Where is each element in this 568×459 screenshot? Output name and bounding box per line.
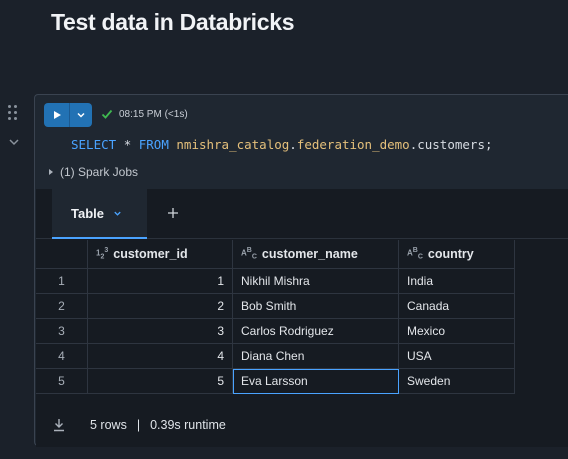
run-button-group [44,103,92,127]
row-index-header [36,240,88,269]
sql-catalog: nmishra_catalog [176,137,290,152]
run-cell-button[interactable] [44,103,69,127]
string-type-icon: ABC [407,247,423,261]
spark-jobs-toggle[interactable]: (1) Spark Jobs [47,165,138,179]
results-tabs: Table [36,189,568,239]
cell-customer-id[interactable]: 2 [88,294,233,319]
sql-terminator: ; [484,137,493,152]
download-icon[interactable] [52,418,66,432]
row-index: 3 [36,319,88,344]
sql-keyword-select: SELECT [71,137,117,152]
cell-customer-name[interactable]: Carlos Rodriguez [233,319,399,344]
column-header-label: country [427,247,474,261]
sql-table: customers [417,137,485,152]
run-options-button[interactable] [70,103,92,127]
column-header-label: customer_id [113,247,188,261]
column-header-customer-name[interactable]: ABC customer_name [233,240,399,269]
spark-jobs-label: (1) Spark Jobs [60,165,139,179]
caret-right-icon [49,169,53,175]
column-header-customer-id[interactable]: 123 customer_id [88,240,233,269]
row-count: 5 rows [90,418,127,432]
numeric-type-icon: 123 [96,247,109,261]
collapse-chevron-icon[interactable] [8,135,20,147]
cell-status: 08:15 PM (<1s) [101,108,188,120]
tab-table-label: Table [71,205,104,221]
chevron-down-icon[interactable] [113,209,122,218]
sql-schema: federation_demo [296,137,410,152]
cell-country[interactable]: India [399,269,515,294]
chevron-down-icon [77,112,85,118]
plus-icon [168,208,178,218]
tab-table[interactable]: Table [52,189,147,239]
column-header-country[interactable]: ABC country [399,240,515,269]
string-type-icon: ABC [241,247,257,261]
cell-customer-name[interactable]: Bob Smith [233,294,399,319]
cell-country[interactable]: Mexico [399,319,515,344]
drag-handle-icon[interactable] [8,105,20,123]
footer-separator: | [136,418,141,432]
cell-country[interactable]: Canada [399,294,515,319]
add-visualization-button[interactable] [167,206,179,218]
cell-country[interactable]: USA [399,344,515,369]
row-index: 4 [36,344,88,369]
cell-customer-name[interactable]: Nikhil Mishra [233,269,399,294]
cell-customer-id[interactable]: 3 [88,319,233,344]
row-index: 1 [36,269,88,294]
cell-customer-name[interactable]: Diana Chen [233,344,399,369]
sql-star: * [123,137,132,152]
runtime: 0.39s runtime [150,418,226,432]
results-footer: 5 rows | 0.39s runtime [52,418,226,432]
column-header-label: customer_name [261,247,358,261]
sql-editor[interactable]: SELECT * FROM nmishra_catalog.federation… [71,137,493,152]
page-title: Test data in Databricks [51,9,295,35]
sql-keyword-from: FROM [138,137,169,152]
cell-customer-id[interactable]: 5 [88,369,233,394]
row-index: 2 [36,294,88,319]
cell-country[interactable]: Sweden [399,369,515,394]
cell-customer-id[interactable]: 4 [88,344,233,369]
play-icon [53,111,61,119]
notebook-cell: 08:15 PM (<1s) SELECT * FROM nmishra_cat… [34,94,568,447]
row-index: 5 [36,369,88,394]
execution-timestamp: 08:15 PM (<1s) [119,108,188,120]
cell-customer-id[interactable]: 1 [88,269,233,294]
results-panel: Table 123 customer_id ABC customer_name [36,189,568,447]
check-icon [101,109,113,119]
cell-customer-name-selected[interactable]: Eva Larsson [233,369,399,394]
